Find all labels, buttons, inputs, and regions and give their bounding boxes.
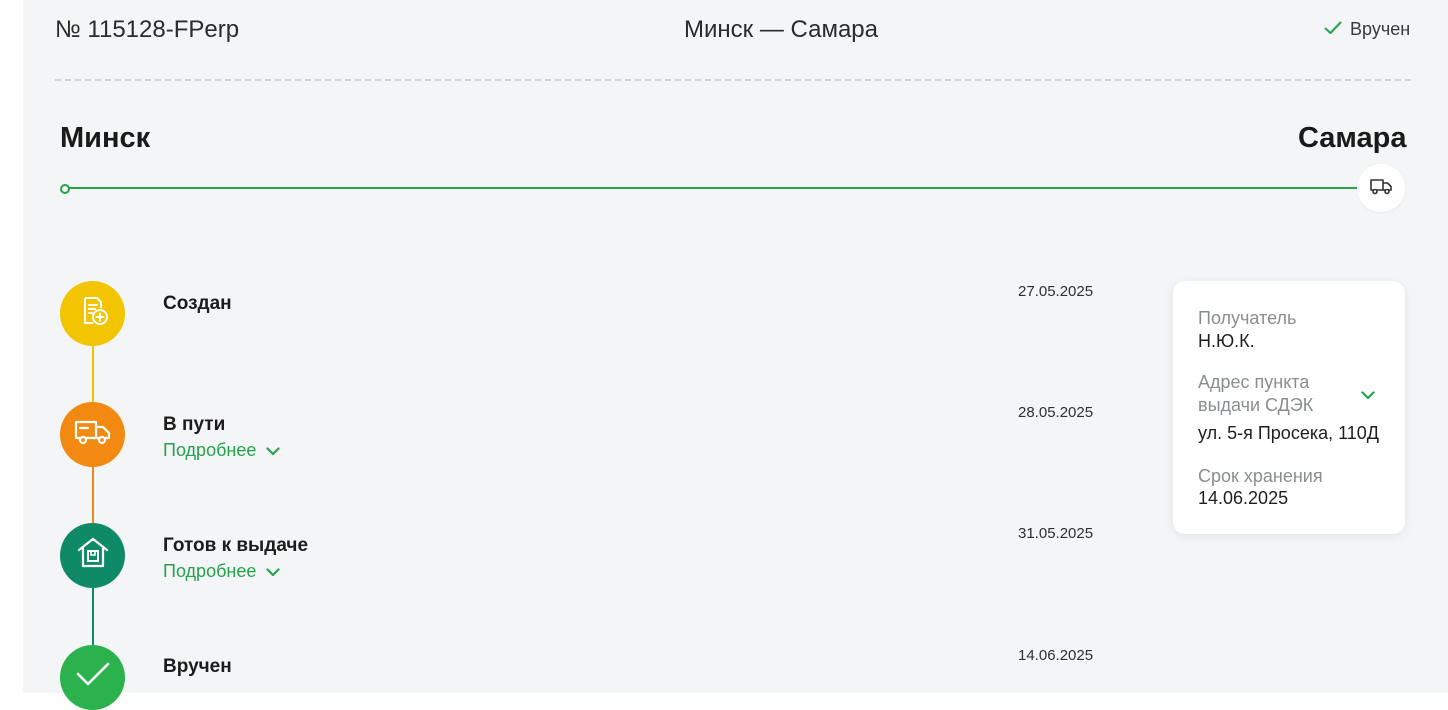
check-icon: [1324, 19, 1342, 40]
document-plus-icon: [76, 294, 110, 333]
delivery-truck-icon: [73, 417, 113, 452]
order-status-label: Вручен: [1350, 19, 1411, 39]
chevron-down-icon: [1361, 387, 1375, 404]
storage-term-value: 14.06.2025: [1198, 488, 1289, 508]
step-created-date: 27.05.2025: [1018, 283, 1094, 300]
timeline-connector: [92, 346, 94, 402]
recipient-value: Н.Ю.К.: [1198, 331, 1255, 351]
warehouse-icon: [75, 535, 111, 576]
storage-term-label: Срок хранения: [1198, 466, 1323, 486]
step-ready-badge: [60, 523, 125, 588]
step-ready-title: Готов к выдаче: [163, 535, 309, 556]
order-status: Вручен: [1324, 19, 1410, 40]
step-in-transit-title: В пути: [163, 414, 226, 435]
step-ready-details-toggle[interactable]: Подробнее: [163, 561, 280, 582]
route-title: Минск — Самара: [684, 16, 878, 43]
chevron-down-icon: [266, 561, 280, 582]
shipment-info-card: Получатель Н.Ю.К. Адрес пункта выдачи СД…: [1173, 281, 1405, 534]
pickup-address-toggle[interactable]: [1361, 387, 1375, 405]
header-divider: [55, 79, 1411, 81]
step-created-title: Создан: [163, 293, 232, 314]
details-label: Подробнее: [163, 440, 257, 460]
recipient-label: Получатель: [1198, 308, 1297, 328]
step-in-transit-date: 28.05.2025: [1018, 404, 1094, 421]
chevron-down-icon: [266, 440, 280, 461]
timeline-connector: [92, 588, 94, 645]
step-delivered-title: Вручен: [163, 656, 232, 677]
order-number: № 115128-FPerp: [55, 16, 240, 43]
step-delivered-date: 14.06.2025: [1018, 647, 1094, 664]
step-delivered-badge: [60, 645, 125, 710]
step-in-transit-badge: [60, 402, 125, 467]
pickup-address-label: Адрес пункта выдачи СДЭК: [1198, 372, 1314, 415]
timeline-connector: [92, 467, 94, 523]
route-destination: Самара: [1298, 122, 1407, 154]
checkmark-icon: [75, 661, 111, 694]
truck-icon: [1369, 177, 1393, 200]
route-truck-badge: [1357, 164, 1405, 212]
step-ready-date: 31.05.2025: [1018, 525, 1094, 542]
route-progress-line: [64, 187, 1364, 189]
route-origin: Минск: [60, 122, 151, 154]
details-label: Подробнее: [163, 561, 257, 581]
step-in-transit-details-toggle[interactable]: Подробнее: [163, 440, 280, 461]
route-start-dot: [60, 184, 70, 194]
pickup-address-value: ул. 5-я Просека, 110Д: [1198, 423, 1380, 443]
step-created-badge: [60, 281, 125, 346]
